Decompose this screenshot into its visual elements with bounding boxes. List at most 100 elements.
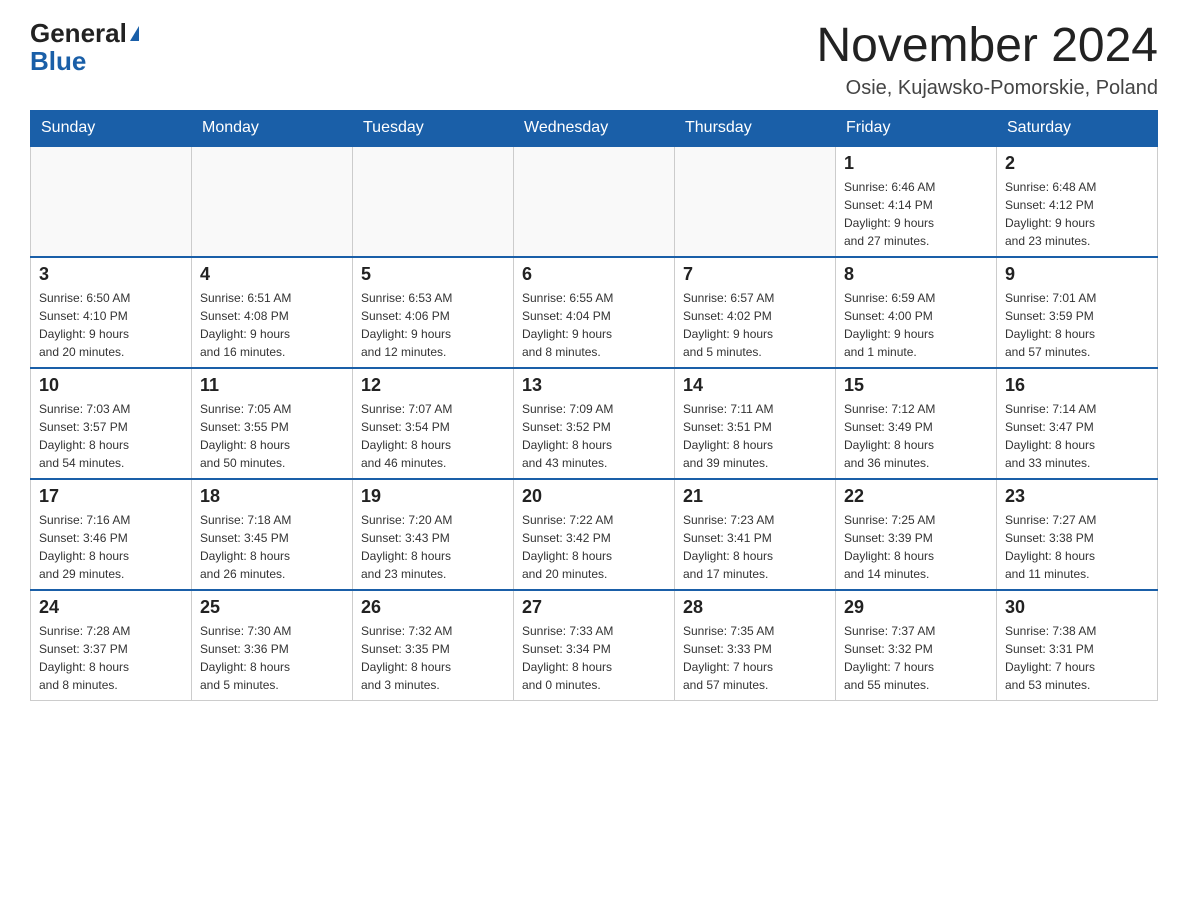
day-info: Sunrise: 7:20 AMSunset: 3:43 PMDaylight:… [361,511,505,583]
day-number: 10 [39,375,183,396]
day-info: Sunrise: 6:55 AMSunset: 4:04 PMDaylight:… [522,289,666,361]
day-number: 18 [200,486,344,507]
day-info: Sunrise: 7:33 AMSunset: 3:34 PMDaylight:… [522,622,666,694]
day-number: 3 [39,264,183,285]
day-number: 11 [200,375,344,396]
calendar-week-3: 10 Sunrise: 7:03 AMSunset: 3:57 PMDayligh… [31,368,1158,479]
day-info: Sunrise: 7:05 AMSunset: 3:55 PMDaylight:… [200,400,344,472]
day-number: 9 [1005,264,1149,285]
calendar-table: SundayMondayTuesdayWednesdayThursdayFrid… [30,110,1158,701]
day-info: Sunrise: 6:59 AMSunset: 4:00 PMDaylight:… [844,289,988,361]
calendar-cell: 11 Sunrise: 7:05 AMSunset: 3:55 PMDayligh… [192,368,353,479]
day-number: 24 [39,597,183,618]
day-number: 14 [683,375,827,396]
day-number: 7 [683,264,827,285]
page-header: General Blue November 2024 Osie, Kujawsk… [30,20,1158,100]
weekday-header-saturday: Saturday [997,110,1158,146]
calendar-cell: 29Sunrise: 7:37 AMSunset: 3:32 PMDayligh… [836,590,997,701]
title-block: November 2024 Osie, Kujawsko-Pomorskie, … [816,20,1158,100]
calendar-cell: 26 Sunrise: 7:32 AMSunset: 3:35 PMDayligh… [353,590,514,701]
calendar-cell: 18Sunrise: 7:18 AMSunset: 3:45 PMDayligh… [192,479,353,590]
weekday-header-sunday: Sunday [31,110,192,146]
day-number: 5 [361,264,505,285]
calendar-cell: 17Sunrise: 7:16 AMSunset: 3:46 PMDayligh… [31,479,192,590]
calendar-cell: 15Sunrise: 7:12 AMSunset: 3:49 PMDayligh… [836,368,997,479]
day-number: 8 [844,264,988,285]
day-number: 25 [200,597,344,618]
logo: General Blue [30,20,139,74]
day-number: 13 [522,375,666,396]
day-info: Sunrise: 7:09 AMSunset: 3:52 PMDaylight:… [522,400,666,472]
day-number: 12 [361,375,505,396]
day-info: Sunrise: 6:53 AMSunset: 4:06 PMDaylight:… [361,289,505,361]
day-info: Sunrise: 7:14 AMSunset: 3:47 PMDaylight:… [1005,400,1149,472]
calendar-cell: 10 Sunrise: 7:03 AMSunset: 3:57 PMDayligh… [31,368,192,479]
day-info: Sunrise: 7:12 AMSunset: 3:49 PMDaylight:… [844,400,988,472]
calendar-cell: 30 Sunrise: 7:38 AMSunset: 3:31 PMDayligh… [997,590,1158,701]
location: Osie, Kujawsko-Pomorskie, Poland [816,77,1158,100]
day-info: Sunrise: 7:07 AMSunset: 3:54 PMDaylight:… [361,400,505,472]
calendar-cell: 9 Sunrise: 7:01 AMSunset: 3:59 PMDaylight… [997,257,1158,368]
day-number: 26 [361,597,505,618]
calendar-header-row: SundayMondayTuesdayWednesdayThursdayFrid… [31,110,1158,146]
logo-triangle-icon [130,26,139,41]
day-info: Sunrise: 7:38 AMSunset: 3:31 PMDaylight:… [1005,622,1149,694]
calendar-cell [514,146,675,257]
day-info: Sunrise: 7:23 AMSunset: 3:41 PMDaylight:… [683,511,827,583]
calendar-cell: 14 Sunrise: 7:11 AMSunset: 3:51 PMDayligh… [675,368,836,479]
day-info: Sunrise: 7:30 AMSunset: 3:36 PMDaylight:… [200,622,344,694]
weekday-header-thursday: Thursday [675,110,836,146]
day-number: 28 [683,597,827,618]
calendar-cell: 28 Sunrise: 7:35 AMSunset: 3:33 PMDayligh… [675,590,836,701]
day-number: 16 [1005,375,1149,396]
calendar-week-4: 17Sunrise: 7:16 AMSunset: 3:46 PMDayligh… [31,479,1158,590]
day-info: Sunrise: 6:50 AMSunset: 4:10 PMDaylight:… [39,289,183,361]
calendar-cell: 5 Sunrise: 6:53 AMSunset: 4:06 PMDaylight… [353,257,514,368]
day-info: Sunrise: 7:32 AMSunset: 3:35 PMDaylight:… [361,622,505,694]
calendar-cell: 27 Sunrise: 7:33 AMSunset: 3:34 PMDayligh… [514,590,675,701]
weekday-header-tuesday: Tuesday [353,110,514,146]
day-number: 30 [1005,597,1149,618]
calendar-cell: 25 Sunrise: 7:30 AMSunset: 3:36 PMDayligh… [192,590,353,701]
day-info: Sunrise: 6:51 AMSunset: 4:08 PMDaylight:… [200,289,344,361]
month-title: November 2024 [816,20,1158,73]
calendar-cell: 22Sunrise: 7:25 AMSunset: 3:39 PMDayligh… [836,479,997,590]
day-info: Sunrise: 6:46 AMSunset: 4:14 PMDaylight:… [844,178,988,250]
logo-blue: Blue [30,46,86,76]
calendar-cell: 19 Sunrise: 7:20 AMSunset: 3:43 PMDayligh… [353,479,514,590]
day-number: 27 [522,597,666,618]
day-info: Sunrise: 7:03 AMSunset: 3:57 PMDaylight:… [39,400,183,472]
calendar-cell: 12 Sunrise: 7:07 AMSunset: 3:54 PMDayligh… [353,368,514,479]
calendar-cell: 7 Sunrise: 6:57 AMSunset: 4:02 PMDaylight… [675,257,836,368]
day-info: Sunrise: 7:28 AMSunset: 3:37 PMDaylight:… [39,622,183,694]
day-number: 23 [1005,486,1149,507]
day-number: 21 [683,486,827,507]
calendar-cell: 6 Sunrise: 6:55 AMSunset: 4:04 PMDaylight… [514,257,675,368]
day-number: 4 [200,264,344,285]
calendar-cell: 24 Sunrise: 7:28 AMSunset: 3:37 PMDayligh… [31,590,192,701]
calendar-cell: 3 Sunrise: 6:50 AMSunset: 4:10 PMDaylight… [31,257,192,368]
calendar-cell: 23 Sunrise: 7:27 AMSunset: 3:38 PMDayligh… [997,479,1158,590]
weekday-header-friday: Friday [836,110,997,146]
calendar-cell: 1 Sunrise: 6:46 AMSunset: 4:14 PMDaylight… [836,146,997,257]
day-info: Sunrise: 7:35 AMSunset: 3:33 PMDaylight:… [683,622,827,694]
day-info: Sunrise: 7:01 AMSunset: 3:59 PMDaylight:… [1005,289,1149,361]
day-info: Sunrise: 7:27 AMSunset: 3:38 PMDaylight:… [1005,511,1149,583]
calendar-cell [192,146,353,257]
day-info: Sunrise: 7:11 AMSunset: 3:51 PMDaylight:… [683,400,827,472]
day-number: 6 [522,264,666,285]
calendar-cell: 2Sunrise: 6:48 AMSunset: 4:12 PMDaylight… [997,146,1158,257]
day-number: 19 [361,486,505,507]
weekday-header-wednesday: Wednesday [514,110,675,146]
day-number: 22 [844,486,988,507]
calendar-cell: 21 Sunrise: 7:23 AMSunset: 3:41 PMDayligh… [675,479,836,590]
day-number: 20 [522,486,666,507]
day-number: 1 [844,153,988,174]
calendar-cell [31,146,192,257]
day-info: Sunrise: 6:57 AMSunset: 4:02 PMDaylight:… [683,289,827,361]
calendar-cell [675,146,836,257]
day-info: Sunrise: 7:22 AMSunset: 3:42 PMDaylight:… [522,511,666,583]
calendar-cell: 4 Sunrise: 6:51 AMSunset: 4:08 PMDaylight… [192,257,353,368]
calendar-cell: 13 Sunrise: 7:09 AMSunset: 3:52 PMDayligh… [514,368,675,479]
weekday-header-monday: Monday [192,110,353,146]
